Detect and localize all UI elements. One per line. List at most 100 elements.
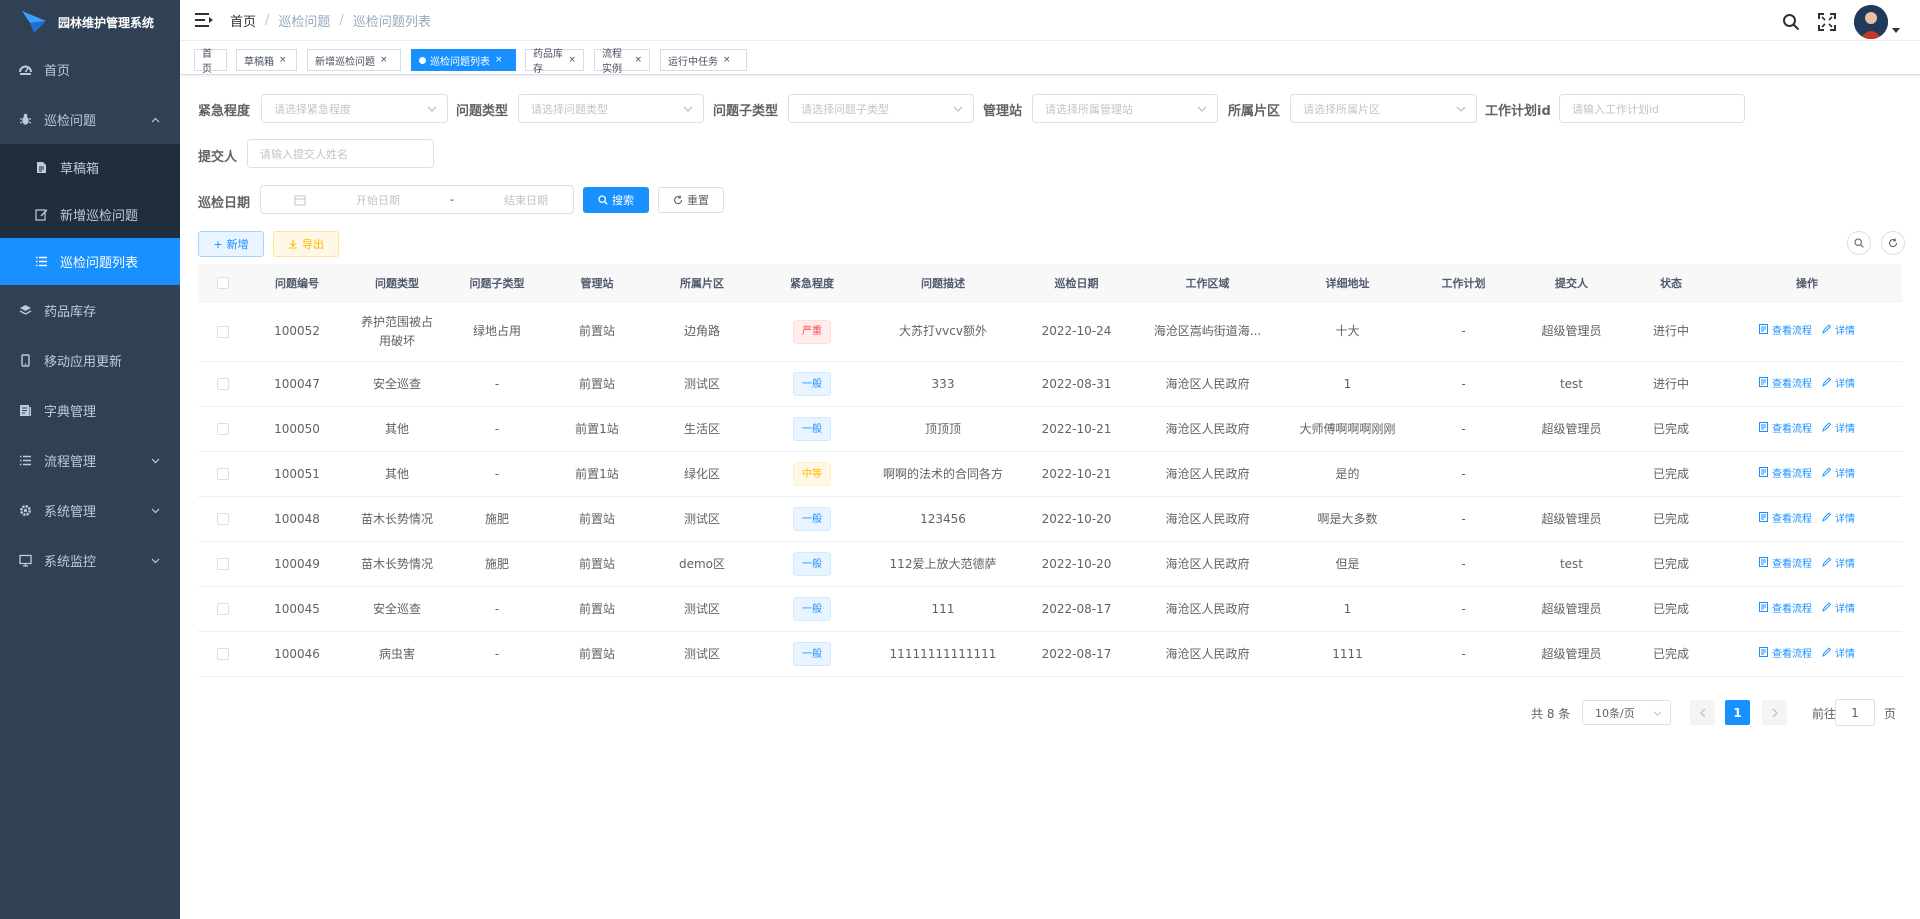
- sidebar-subitem-0[interactable]: 草稿箱: [0, 144, 180, 191]
- next-page-button[interactable]: [1762, 700, 1787, 725]
- view-flow-link[interactable]: 查看流程: [1759, 465, 1812, 484]
- select-all-checkbox[interactable]: [216, 276, 229, 289]
- avatar[interactable]: [1854, 5, 1888, 39]
- detail-link[interactable]: 详情: [1822, 420, 1855, 439]
- row-checkbox[interactable]: [216, 325, 229, 338]
- row-checkbox[interactable]: [216, 513, 229, 525]
- detail-link[interactable]: 详情: [1822, 510, 1855, 529]
- detail-link[interactable]: 详情: [1822, 555, 1855, 574]
- tab-0[interactable]: 首页: [194, 49, 227, 75]
- toggle-search-button[interactable]: [1847, 231, 1871, 255]
- tab-3[interactable]: 巡检问题列表 ×: [411, 49, 516, 71]
- hamburger-icon[interactable]: [195, 12, 213, 28]
- row-checkbox[interactable]: [216, 378, 229, 390]
- tab-5[interactable]: 流程实例 ×: [594, 49, 650, 75]
- export-button[interactable]: 导出: [273, 231, 339, 257]
- row-checkbox[interactable]: [216, 423, 229, 435]
- cell-actions: 查看流程 详情: [1712, 632, 1902, 676]
- page-size-select[interactable]: 10条/页: [1582, 700, 1671, 725]
- date-start[interactable]: 开始日期: [356, 192, 400, 208]
- detail-link[interactable]: 详情: [1822, 375, 1855, 394]
- fullscreen-icon[interactable]: [1818, 13, 1836, 31]
- submitter-input[interactable]: 请输入提交人姓名: [247, 139, 434, 168]
- urgency-tag: 一般: [793, 417, 831, 441]
- row-checkbox[interactable]: [216, 603, 229, 615]
- sidebar-item-6[interactable]: 系统管理: [0, 485, 180, 535]
- sidebar-item-5[interactable]: 流程管理: [0, 435, 180, 485]
- cell-date: 2022-08-17: [1041, 601, 1112, 616]
- station-select[interactable]: 请选择所属管理站: [1032, 94, 1218, 123]
- area-select[interactable]: 请选择所属片区: [1290, 94, 1477, 123]
- sidebar-item-2[interactable]: 药品库存: [0, 285, 180, 335]
- urgency-tag: 一般: [793, 642, 831, 666]
- sidebar-item-1[interactable]: 巡检问题: [0, 94, 180, 144]
- sidebar-item-3[interactable]: 移动应用更新: [0, 335, 180, 385]
- urgency-select[interactable]: 请选择紧急程度: [261, 94, 448, 123]
- breadcrumb-inspection[interactable]: 巡检问题: [278, 11, 330, 30]
- cell-status: 进行中: [1652, 324, 1689, 338]
- search-button[interactable]: 搜索: [583, 187, 649, 213]
- row-checkbox[interactable]: [216, 648, 229, 660]
- cell-plan: -: [1461, 556, 1466, 571]
- view-flow-link[interactable]: 查看流程: [1759, 600, 1812, 619]
- close-icon[interactable]: ×: [568, 55, 576, 65]
- cell-region: 海沧区人民政府: [1134, 362, 1281, 406]
- close-icon[interactable]: ×: [723, 55, 731, 65]
- cell-type: 苗木长势情况: [361, 556, 434, 571]
- cell-station: 前置1站: [575, 421, 619, 436]
- goto-page-input[interactable]: 1: [1835, 699, 1875, 726]
- table-row: 100049 苗木长势情况 施肥 前置站 demo区 一般 112爱上放大范德萨 2022-1…: [198, 542, 1902, 587]
- row-checkbox[interactable]: [216, 558, 229, 570]
- view-flow-link[interactable]: 查看流程: [1759, 645, 1812, 664]
- add-button[interactable]: + 新增: [198, 231, 264, 257]
- page-number-current[interactable]: 1: [1725, 700, 1750, 725]
- row-checkbox[interactable]: [216, 468, 229, 480]
- detail-link[interactable]: 详情: [1822, 645, 1855, 664]
- sidebar-subitem-1[interactable]: 新增巡检问题: [0, 191, 180, 238]
- tab-2[interactable]: 新增巡检问题 ×: [307, 49, 401, 71]
- phone-icon: [18, 353, 32, 367]
- close-icon[interactable]: ×: [279, 55, 287, 65]
- view-flow-link[interactable]: 查看流程: [1759, 420, 1812, 439]
- view-flow-link[interactable]: 查看流程: [1759, 510, 1812, 529]
- cell-id: 100046: [274, 646, 320, 661]
- search-button-label: 搜索: [612, 194, 634, 207]
- type-select[interactable]: 请选择问题类型: [518, 94, 704, 123]
- region-text: 海沧区人民政府: [1165, 466, 1250, 481]
- reset-button[interactable]: 重置: [658, 187, 724, 213]
- detail-link[interactable]: 详情: [1822, 465, 1855, 484]
- close-icon[interactable]: ×: [495, 55, 503, 65]
- subtype-select[interactable]: 请选择问题子类型: [788, 94, 974, 123]
- sidebar-item-4[interactable]: 字典管理: [0, 385, 180, 435]
- date-end[interactable]: 结束日期: [504, 192, 548, 208]
- row-checkbox-cell: [198, 632, 247, 676]
- tab-4[interactable]: 药品库存 ×: [525, 49, 584, 75]
- close-icon[interactable]: ×: [380, 55, 388, 65]
- sidebar-item-label: 巡检问题列表: [60, 256, 139, 271]
- search-icon[interactable]: [1782, 13, 1800, 31]
- tab-1[interactable]: 草稿箱 ×: [236, 49, 297, 71]
- view-flow-link[interactable]: 查看流程: [1759, 322, 1812, 341]
- cell-urgency: 一般: [757, 497, 867, 541]
- edit-icon: [1822, 600, 1835, 619]
- sidebar-item-7[interactable]: 系统监控: [0, 535, 180, 585]
- sidebar-item-0[interactable]: 首页: [0, 44, 180, 94]
- prev-page-button[interactable]: [1690, 700, 1715, 725]
- date-range-picker[interactable]: 开始日期 - 结束日期: [260, 185, 574, 214]
- cell-subtype: -: [494, 376, 500, 391]
- breadcrumb-home[interactable]: 首页: [230, 11, 256, 30]
- detail-link[interactable]: 详情: [1822, 322, 1855, 341]
- refresh-table-button[interactable]: [1881, 231, 1905, 255]
- cell-area: 测试区: [683, 646, 720, 661]
- chevron-left-icon: [1699, 708, 1705, 717]
- view-flow-link[interactable]: 查看流程: [1759, 375, 1812, 394]
- view-flow-link[interactable]: 查看流程: [1759, 555, 1812, 574]
- close-icon[interactable]: ×: [634, 55, 642, 65]
- sidebar-subitem-2[interactable]: 巡检问题列表: [0, 238, 180, 285]
- plan-input[interactable]: 请输入工作计划id: [1559, 94, 1745, 123]
- cell-desc: 123456: [920, 511, 966, 526]
- type-label: 问题类型: [456, 104, 509, 119]
- detail-link[interactable]: 详情: [1822, 600, 1855, 619]
- caret-down-icon[interactable]: [1892, 26, 1900, 34]
- tab-6[interactable]: 运行中任务 ×: [660, 49, 747, 71]
